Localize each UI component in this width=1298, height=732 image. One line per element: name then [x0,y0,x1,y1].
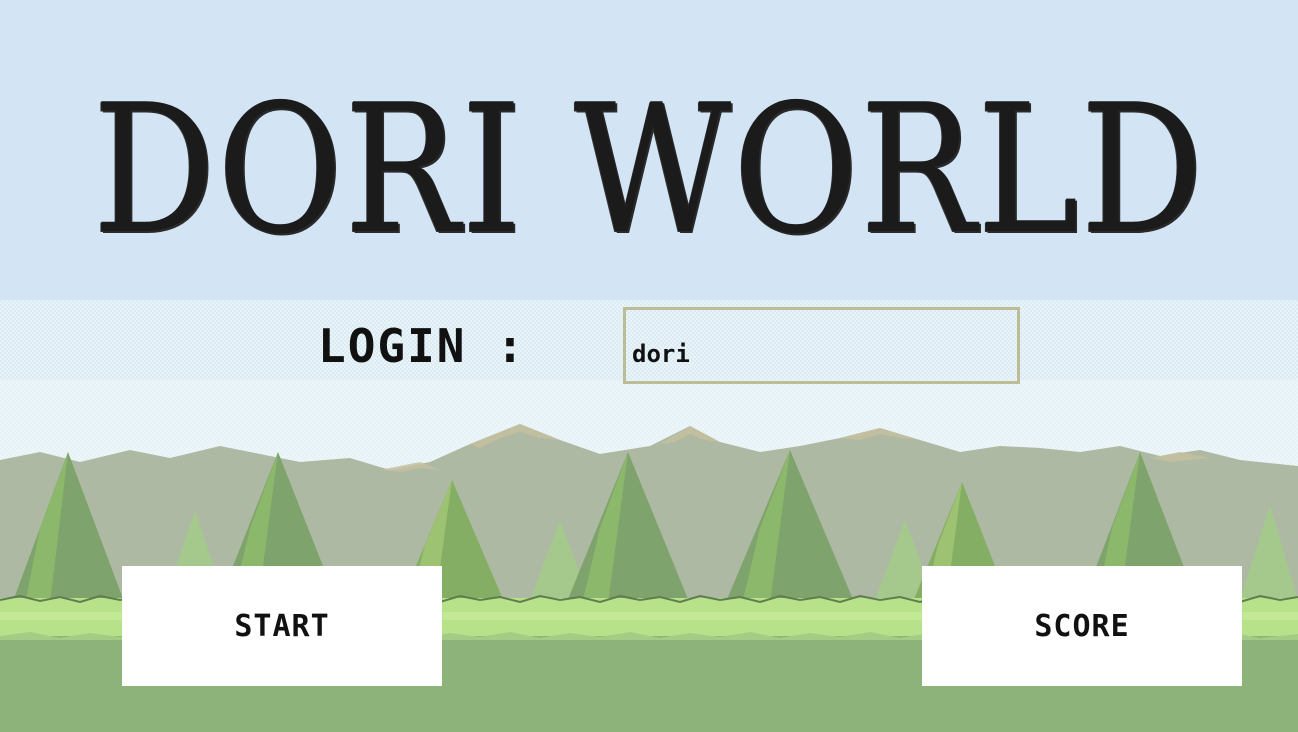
start-button[interactable]: START [122,566,442,686]
login-input[interactable] [623,307,1020,384]
score-button[interactable]: SCORE [922,566,1242,686]
game-title: DORI WORLD [92,66,1206,273]
login-label: LOGIN : [318,319,526,373]
